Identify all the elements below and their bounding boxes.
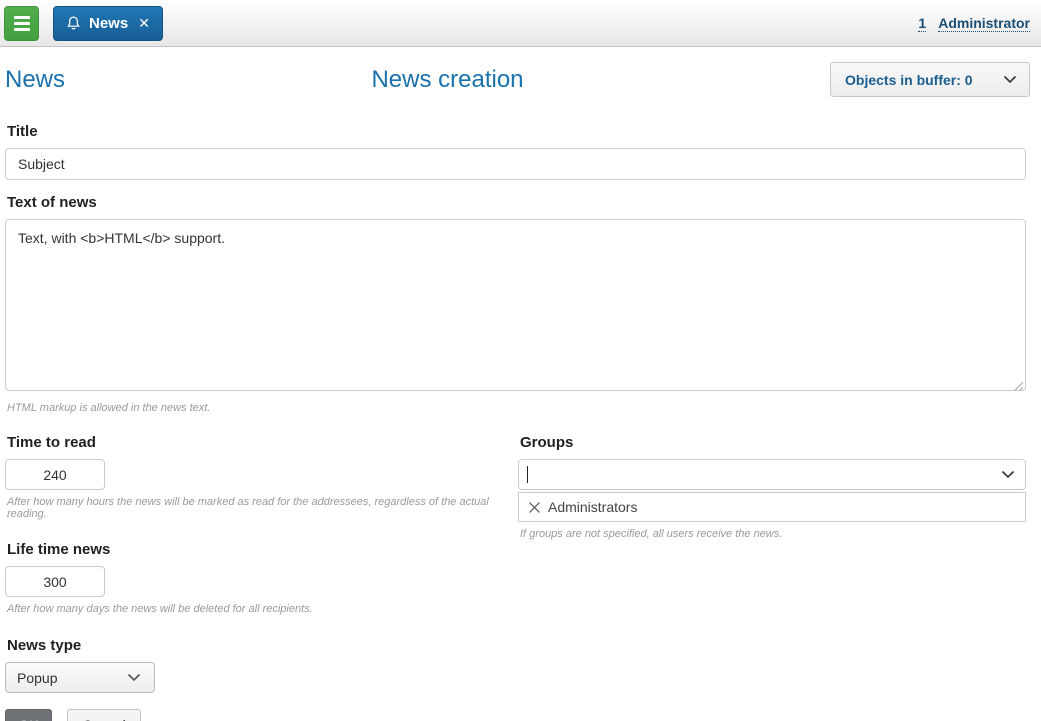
- menu-button[interactable]: [4, 6, 39, 41]
- left-column: Time to read After how many hours the ne…: [5, 420, 508, 721]
- groups-selected-list: Administrators: [518, 492, 1026, 522]
- news-creation-form: Title Text of news Text, with <b>HTML</b…: [0, 97, 1041, 721]
- life-time-label: Life time news: [7, 541, 508, 558]
- two-column-area: Time to read After how many hours the ne…: [5, 420, 1026, 721]
- time-to-read-input[interactable]: [5, 459, 105, 490]
- textarea-wrap: Text, with <b>HTML</b> support.: [5, 219, 1026, 396]
- text-of-news-label: Text of news: [7, 194, 1026, 211]
- news-type-select[interactable]: Popup: [5, 662, 155, 693]
- form-buttons: OK Cancel: [5, 709, 508, 721]
- page-title-wrap: News creation: [65, 66, 830, 94]
- title-input[interactable]: [5, 148, 1026, 180]
- groups-combobox[interactable]: [518, 459, 1026, 490]
- cancel-button[interactable]: Cancel: [67, 709, 141, 721]
- life-time-hint: After how many days the news will be del…: [7, 603, 508, 615]
- user-area: 1 Administrator: [918, 15, 1030, 32]
- session-count-link[interactable]: 1: [918, 15, 926, 32]
- text-hint: HTML markup is allowed in the news text.: [7, 402, 1026, 414]
- group-item-administrators[interactable]: Administrators: [519, 493, 1025, 521]
- header-row: News News creation Objects in buffer: 0: [0, 47, 1041, 97]
- life-time-input[interactable]: [5, 566, 105, 597]
- group-item-label: Administrators: [548, 499, 637, 515]
- remove-x-icon[interactable]: [528, 501, 541, 514]
- groups-hint: If groups are not specified, all users r…: [520, 528, 1026, 540]
- chevron-down-icon: [1003, 75, 1017, 84]
- chevron-down-icon[interactable]: [1001, 470, 1015, 479]
- right-column: Groups Administrators If groups are not …: [518, 420, 1026, 721]
- bell-icon: [66, 15, 81, 31]
- buffer-dropdown[interactable]: Objects in buffer: 0: [830, 62, 1030, 97]
- news-type-value: Popup: [17, 670, 57, 686]
- hamburger-icon: [14, 16, 30, 31]
- tab-news[interactable]: News ✕: [53, 6, 163, 41]
- time-to-read-hint: After how many hours the news will be ma…: [7, 496, 508, 520]
- time-to-read-label: Time to read: [7, 434, 508, 451]
- page-title: News creation: [371, 66, 523, 93]
- text-cursor: [527, 466, 528, 483]
- tab-news-label: News: [89, 15, 128, 32]
- topbar: News ✕ 1 Administrator: [0, 0, 1041, 47]
- news-text-area[interactable]: Text, with <b>HTML</b> support.: [5, 219, 1026, 391]
- ok-button[interactable]: OK: [5, 709, 52, 721]
- chevron-down-icon: [127, 673, 141, 682]
- title-label: Title: [7, 123, 1026, 140]
- news-type-label: News type: [7, 637, 508, 654]
- groups-label: Groups: [520, 434, 1026, 451]
- username-link[interactable]: Administrator: [938, 15, 1030, 32]
- tab-close-icon[interactable]: ✕: [138, 15, 150, 32]
- section-title: News: [5, 66, 65, 94]
- buffer-label: Objects in buffer: 0: [845, 72, 973, 88]
